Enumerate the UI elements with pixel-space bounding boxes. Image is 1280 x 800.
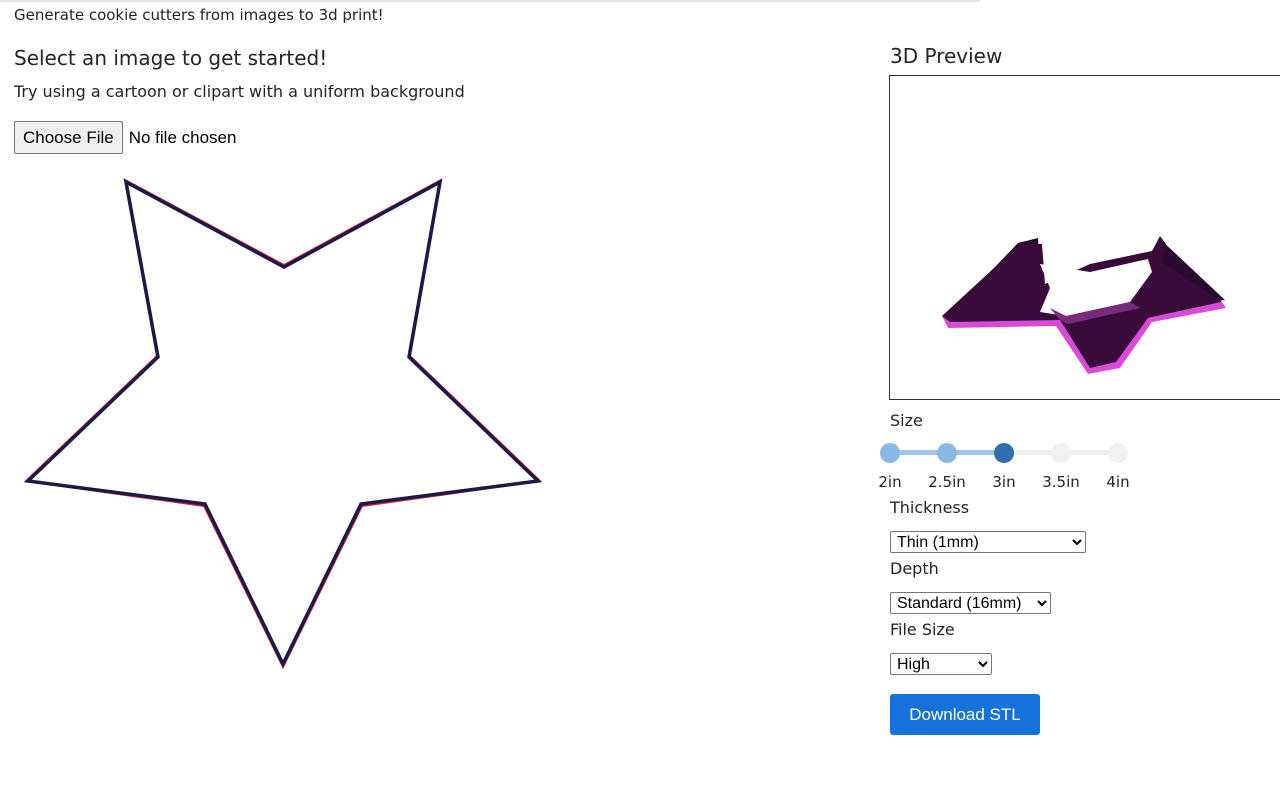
size-tick-label: 2in — [878, 473, 902, 491]
upload-hint: Try using a cartoon or clipart with a un… — [14, 82, 465, 101]
size-slider[interactable] — [878, 440, 1130, 466]
slider-stop-3-5in[interactable] — [1051, 443, 1071, 463]
size-label: Size — [890, 411, 923, 430]
file-input[interactable]: Choose File No file chosen — [14, 121, 236, 154]
source-image-canvas — [23, 178, 543, 670]
size-tick-label: 4in — [1106, 473, 1130, 491]
depth-label: Depth — [890, 559, 939, 578]
preview-title: 3D Preview — [890, 44, 1003, 68]
slider-stop-2-5in[interactable] — [937, 443, 957, 463]
file-size-select[interactable]: High — [890, 653, 992, 675]
size-tick-label: 3.5in — [1042, 473, 1080, 491]
slider-stop-2in[interactable] — [880, 443, 900, 463]
thickness-select[interactable]: Thin (1mm) — [890, 531, 1086, 553]
preview-viewport[interactable] — [889, 75, 1280, 400]
file-status: No file chosen — [128, 127, 237, 147]
upload-heading: Select an image to get started! — [14, 46, 328, 70]
thickness-label: Thickness — [890, 498, 970, 517]
size-tick-label: 2.5in — [928, 473, 966, 491]
depth-select[interactable]: Standard (16mm) — [890, 592, 1051, 614]
file-size-label: File Size — [890, 620, 955, 639]
slider-stop-3in[interactable] — [994, 443, 1014, 463]
tagline: Generate cookie cutters from images to 3… — [14, 6, 384, 24]
choose-file-button[interactable]: Choose File — [14, 121, 123, 154]
top-border — [0, 0, 980, 2]
size-tick-label: 3in — [992, 473, 1016, 491]
slider-stop-4in[interactable] — [1108, 443, 1128, 463]
star-outline-dark — [24, 178, 542, 668]
star-outline-red — [23, 178, 543, 670]
preview-model — [942, 236, 1226, 374]
download-stl-button[interactable]: Download STL — [890, 694, 1040, 735]
